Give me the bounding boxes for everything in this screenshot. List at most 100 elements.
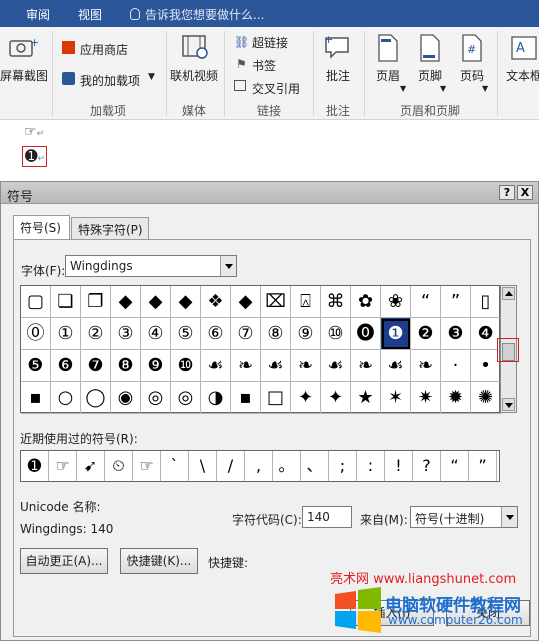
- symbol-cell[interactable]: □: [261, 382, 291, 414]
- symbol-cell[interactable]: ❖: [201, 286, 231, 318]
- recent-symbol-cell[interactable]: /: [217, 451, 245, 481]
- symbol-cell[interactable]: ◎: [171, 382, 201, 414]
- symbol-cell[interactable]: ◑: [201, 382, 231, 414]
- symbol-cell[interactable]: ⍓: [291, 286, 321, 318]
- symbol-cell[interactable]: ❼: [81, 350, 111, 382]
- cross-reference-button[interactable]: 交叉引用: [252, 80, 300, 97]
- symbol-cell[interactable]: ⑥: [201, 318, 231, 350]
- recent-symbol-cell[interactable]: 、: [301, 451, 329, 481]
- symbol-cell[interactable]: ①: [51, 318, 81, 350]
- chevron-down-icon[interactable]: [220, 256, 236, 276]
- symbol-cell[interactable]: ○: [51, 382, 81, 414]
- comment-button[interactable]: 批注: [326, 67, 350, 84]
- symbol-cell[interactable]: ▯: [471, 286, 501, 318]
- recent-symbol-cell[interactable]: ”: [469, 451, 497, 481]
- symbol-cell[interactable]: ❿: [171, 350, 201, 382]
- symbol-cell[interactable]: ☙: [261, 350, 291, 382]
- symbol-cell[interactable]: ◉: [111, 382, 141, 414]
- symbol-cell[interactable]: ⑤: [171, 318, 201, 350]
- tab-symbols[interactable]: 符号(S): [13, 215, 70, 240]
- my-addins-button[interactable]: 我的加载项: [80, 72, 140, 89]
- symbol-cell[interactable]: ✺: [471, 382, 501, 414]
- recent-symbol-cell[interactable]: ?: [413, 451, 441, 481]
- bookmark-button[interactable]: 书签: [252, 57, 276, 74]
- symbol-cell[interactable]: ⓪: [21, 318, 51, 350]
- symbol-cell[interactable]: ❽: [111, 350, 141, 382]
- symbol-cell[interactable]: ◆: [141, 286, 171, 318]
- help-button[interactable]: ?: [499, 185, 515, 200]
- recent-symbol-cell[interactable]: :: [357, 451, 385, 481]
- symbol-cell[interactable]: ⑨: [291, 318, 321, 350]
- symbol-cell[interactable]: ✿: [351, 286, 381, 318]
- symbol-cell[interactable]: ✹: [441, 382, 471, 414]
- recent-symbol-cell[interactable]: ➊: [21, 451, 49, 481]
- symbol-cell[interactable]: ⑦: [231, 318, 261, 350]
- recent-symbol-cell[interactable]: !: [385, 451, 413, 481]
- recent-symbol-cell[interactable]: ,: [245, 451, 273, 481]
- symbol-cell[interactable]: ②: [81, 318, 111, 350]
- shortcut-key-button[interactable]: 快捷键(K)...: [120, 548, 198, 574]
- recent-symbol-cell[interactable]: ➹: [77, 451, 105, 481]
- symbol-cell[interactable]: ✦: [321, 382, 351, 414]
- tab-review[interactable]: 审阅: [26, 6, 50, 23]
- autocorrect-button[interactable]: 自动更正(A)...: [20, 548, 108, 574]
- recent-symbol-cell[interactable]: “: [441, 451, 469, 481]
- chevron-down-icon[interactable]: ▼: [400, 84, 406, 93]
- symbol-cell[interactable]: ④: [141, 318, 171, 350]
- symbol-cell[interactable]: ”: [441, 286, 471, 318]
- tab-special-characters[interactable]: 特殊字符(P): [71, 217, 149, 241]
- scroll-up-icon[interactable]: [502, 287, 515, 300]
- symbol-cell[interactable]: ☙: [201, 350, 231, 382]
- page-number-button[interactable]: 页码: [460, 67, 484, 84]
- symbol-cell[interactable]: ◆: [111, 286, 141, 318]
- recent-symbol-cell[interactable]: ☞: [49, 451, 77, 481]
- header-button[interactable]: 页眉: [376, 67, 400, 84]
- document-area[interactable]: ☞↵ ➊↵: [0, 121, 539, 181]
- recent-symbol-cell[interactable]: ⏲: [105, 451, 133, 481]
- symbol-cell[interactable]: ❀: [381, 286, 411, 318]
- chevron-down-icon[interactable]: ▼: [148, 72, 155, 82]
- symbol-cell[interactable]: ★: [351, 382, 381, 414]
- symbol-cell[interactable]: ⑩: [321, 318, 351, 350]
- online-video-button[interactable]: 联机视频: [170, 67, 218, 84]
- recent-symbol-cell[interactable]: 。: [273, 451, 301, 481]
- close-icon[interactable]: X: [517, 185, 533, 200]
- scroll-down-icon[interactable]: [502, 398, 515, 411]
- chevron-down-icon[interactable]: ▼: [482, 84, 488, 93]
- font-select[interactable]: Wingdings: [65, 255, 237, 277]
- symbol-cell[interactable]: ❧: [231, 350, 261, 382]
- symbol-cell[interactable]: ▪: [21, 382, 51, 414]
- from-select[interactable]: 符号(十进制): [410, 506, 518, 528]
- recent-symbol-cell[interactable]: \: [189, 451, 217, 481]
- recent-symbol-cell[interactable]: `: [161, 451, 189, 481]
- symbol-cell[interactable]: ❺: [21, 350, 51, 382]
- symbol-cell[interactable]: ❾: [141, 350, 171, 382]
- tell-me-search[interactable]: 告诉我您想要做什么...: [130, 6, 264, 23]
- symbol-cell[interactable]: ⌧: [261, 286, 291, 318]
- symbol-cell[interactable]: ▢: [21, 286, 51, 318]
- symbol-cell[interactable]: ◆: [171, 286, 201, 318]
- symbol-cell[interactable]: ◎: [141, 382, 171, 414]
- recent-symbol-cell[interactable]: ;: [329, 451, 357, 481]
- symbol-cell[interactable]: ❷: [411, 318, 441, 350]
- symbol-cell[interactable]: ✷: [411, 382, 441, 414]
- symbol-cell-selected[interactable]: ❶: [381, 318, 411, 350]
- symbol-cell[interactable]: ⌘: [321, 286, 351, 318]
- symbol-cell[interactable]: ❸: [441, 318, 471, 350]
- symbol-cell[interactable]: ❻: [51, 350, 81, 382]
- recent-symbol-cell[interactable]: ☞: [133, 451, 161, 481]
- chevron-down-icon[interactable]: ▼: [440, 84, 446, 93]
- app-store-button[interactable]: 应用商店: [80, 41, 128, 58]
- symbol-cell[interactable]: “: [411, 286, 441, 318]
- hyperlink-button[interactable]: 超链接: [252, 34, 288, 51]
- symbol-cell[interactable]: ❧: [411, 350, 441, 382]
- char-code-input[interactable]: 140: [302, 506, 352, 528]
- symbol-cell[interactable]: ③: [111, 318, 141, 350]
- symbol-cell[interactable]: ❏: [51, 286, 81, 318]
- symbol-cell[interactable]: ❧: [351, 350, 381, 382]
- symbol-cell[interactable]: ☙: [321, 350, 351, 382]
- symbol-cell[interactable]: ❐: [81, 286, 111, 318]
- screenshot-button[interactable]: 屏幕截图: [0, 67, 48, 84]
- textbox-button[interactable]: 文本框: [506, 67, 539, 84]
- symbol-cell[interactable]: ◯: [81, 382, 111, 414]
